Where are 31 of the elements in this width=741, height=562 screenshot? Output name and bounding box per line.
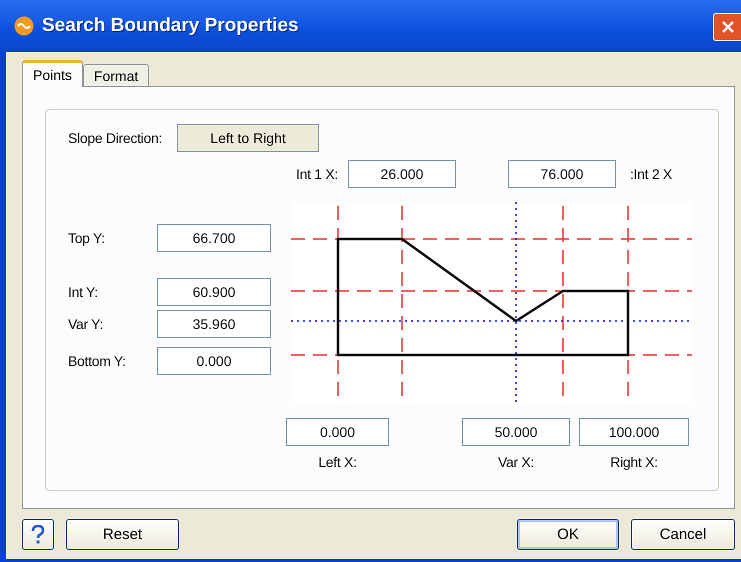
reset-button[interactable]: Reset bbox=[66, 519, 179, 550]
input-field[interactable]: 60.900 bbox=[157, 278, 271, 306]
input-field[interactable]: 76.000 bbox=[508, 160, 616, 188]
slope-direction-button[interactable]: Left to Right bbox=[177, 124, 320, 152]
close-button[interactable] bbox=[713, 13, 741, 41]
ok-button[interactable]: OK bbox=[517, 519, 619, 550]
input-field[interactable]: 26.000 bbox=[348, 160, 456, 188]
question-mark-icon bbox=[31, 524, 45, 544]
field-label: Top Y: bbox=[68, 230, 105, 246]
input-field[interactable]: 35.960 bbox=[157, 310, 271, 338]
input-field[interactable]: 0.000 bbox=[157, 347, 271, 375]
field-label: Left X: bbox=[318, 454, 357, 470]
field-label: :Int 2 X bbox=[630, 166, 672, 182]
input-field[interactable]: 100.000 bbox=[579, 418, 689, 446]
field-label: Var Y: bbox=[68, 316, 104, 332]
tab[interactable]: Format bbox=[82, 64, 150, 87]
field-label: Int 1 X: bbox=[296, 166, 338, 182]
close-icon bbox=[720, 20, 734, 34]
window-title: Search Boundary Properties bbox=[42, 15, 300, 37]
input-field[interactable]: 0.000 bbox=[286, 418, 389, 446]
field-label: Slope Direction: bbox=[68, 130, 162, 146]
field-label: Right X: bbox=[610, 454, 658, 470]
app-logo-icon bbox=[14, 16, 34, 36]
help-button[interactable] bbox=[22, 519, 54, 550]
input-field[interactable]: 50.000 bbox=[462, 418, 570, 446]
tab[interactable]: Points bbox=[22, 60, 83, 87]
cancel-button[interactable]: Cancel bbox=[631, 519, 735, 550]
field-label: Var X: bbox=[498, 454, 534, 470]
input-field[interactable]: 66.700 bbox=[157, 224, 271, 252]
field-label: Bottom Y: bbox=[68, 353, 126, 369]
field-label: Int Y: bbox=[68, 284, 98, 300]
